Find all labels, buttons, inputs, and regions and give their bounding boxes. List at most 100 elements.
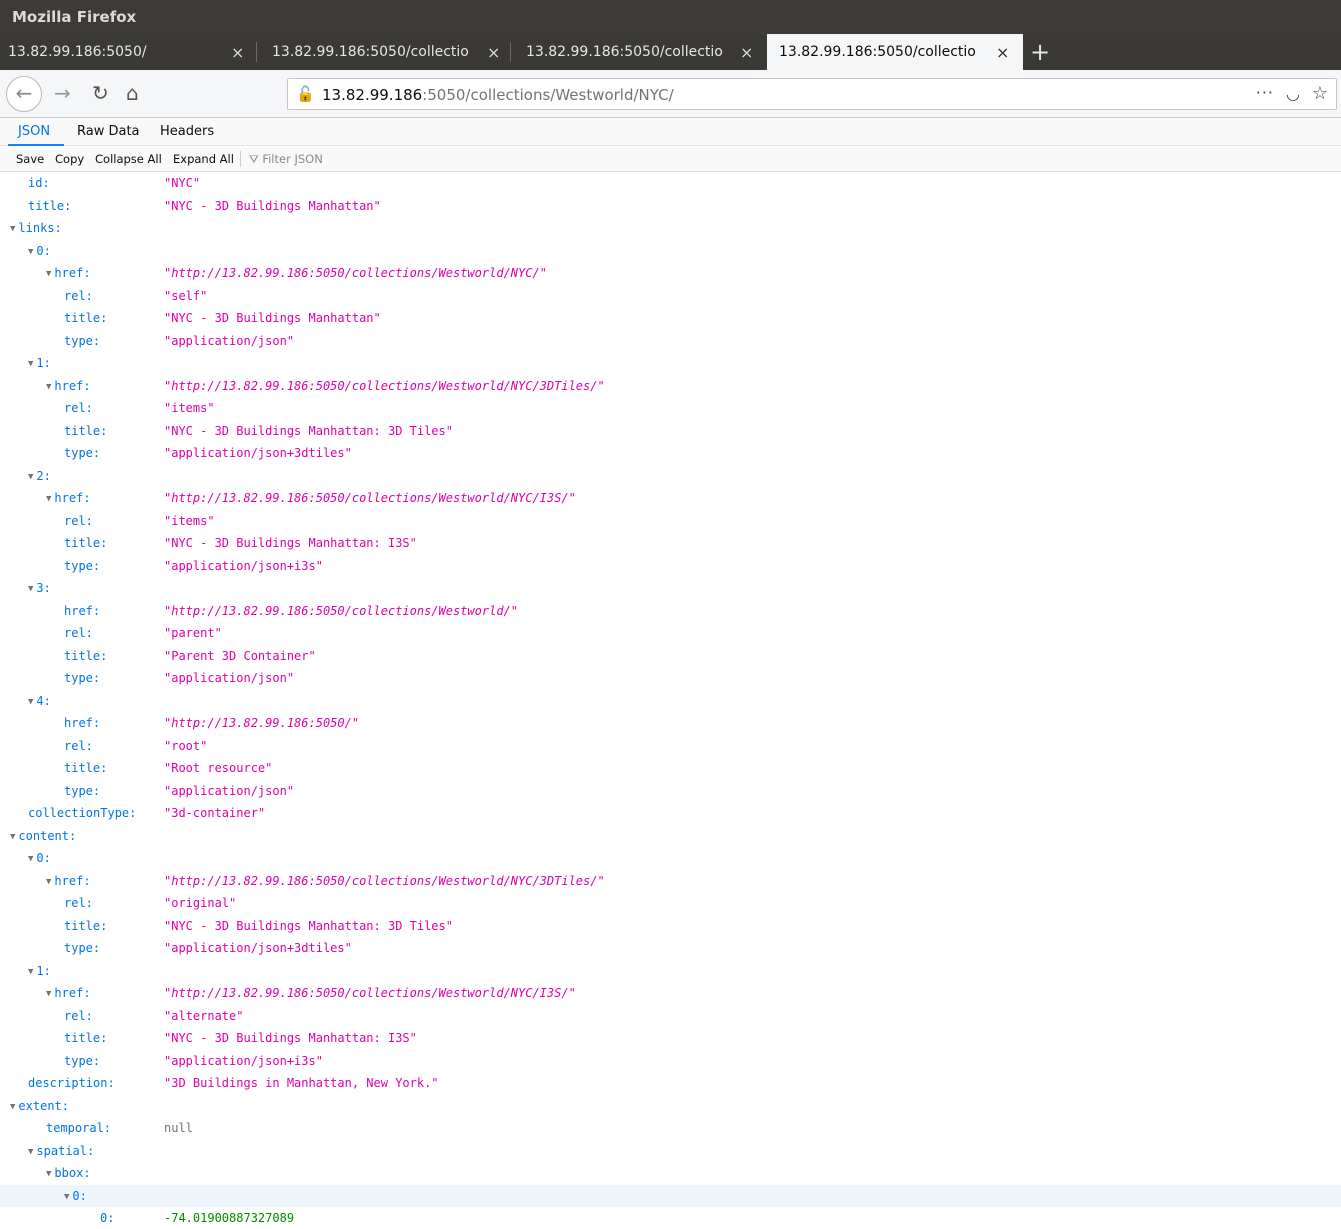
tab-json[interactable]: JSON (18, 124, 50, 139)
browser-tab-active[interactable]: 13.82.99.186:5050/collectio × (767, 34, 1023, 70)
json-row[interactable]: ▼ bbox: (0, 1162, 1341, 1185)
browser-tab[interactable]: 13.82.99.186:5050/collectio × (258, 34, 511, 70)
json-value: "application/json" (164, 783, 295, 798)
expand-all-button[interactable]: Expand All (173, 152, 234, 166)
json-key: title: (64, 649, 107, 663)
page-actions-icon[interactable]: ··· (1256, 83, 1274, 102)
json-key-text: bbox: (54, 1166, 91, 1180)
json-row[interactable]: ▼ href: "http://13.82.99.186:5050/collecti… (0, 487, 1341, 510)
json-row: title: "NYC - 3D Buildings Manhattan: 3D … (0, 915, 1341, 938)
json-value-link[interactable]: "http://13.82.99.186:5050/collections/We… (164, 266, 547, 280)
json-key-text: href: (54, 491, 91, 505)
forward-icon[interactable]: → (54, 81, 71, 105)
expand-toggle-icon[interactable]: ▼ (46, 1169, 51, 1179)
json-value: "NYC - 3D Buildings Manhattan: 3D Tiles" (164, 918, 453, 933)
json-row[interactable]: ▼ 1: (0, 352, 1341, 375)
json-row[interactable]: ▼ 4: (0, 690, 1341, 713)
expand-toggle-icon[interactable]: ▼ (46, 494, 51, 504)
filter-json-input[interactable]: ⛛ Filter JSON (249, 152, 323, 167)
expand-toggle-icon[interactable]: ▼ (28, 584, 33, 594)
close-icon[interactable]: × (231, 43, 244, 62)
json-row: collectionType: "3d-container" (0, 802, 1341, 825)
expand-toggle-icon[interactable]: ▼ (10, 1102, 15, 1112)
expand-toggle-icon[interactable]: ▼ (46, 877, 51, 887)
json-value-link[interactable]: "http://13.82.99.186:5050/" (164, 716, 359, 730)
url-bar[interactable]: 🔓 13.82.99.186:5050/collections/Westworl… (287, 78, 1337, 110)
close-icon[interactable]: × (740, 43, 753, 62)
pocket-icon[interactable]: ◡ (1286, 84, 1300, 103)
json-row[interactable]: ▼ links: (0, 217, 1341, 240)
back-icon[interactable]: ← (6, 76, 42, 112)
json-row[interactable]: ▼ spatial: (0, 1140, 1341, 1163)
json-key-text: id: (28, 176, 50, 190)
close-icon[interactable]: × (996, 43, 1009, 62)
json-row[interactable]: ▼ href: "http://13.82.99.186:5050/collecti… (0, 375, 1341, 398)
json-row[interactable]: ▼ href: "http://13.82.99.186:5050/collecti… (0, 870, 1341, 893)
json-key: ▼ 2: (28, 469, 51, 483)
json-key: href: (64, 716, 100, 730)
json-row[interactable]: ▼ href: "http://13.82.99.186:5050/collecti… (0, 262, 1341, 285)
browser-tab[interactable]: 13.82.99.186:5050/collectio × (512, 34, 766, 70)
expand-toggle-icon[interactable]: ▼ (28, 472, 33, 482)
expand-toggle-icon[interactable]: ▼ (46, 269, 51, 279)
expand-toggle-icon[interactable]: ▼ (28, 359, 33, 369)
json-row[interactable]: ▼ 2: (0, 465, 1341, 488)
json-row[interactable]: ▼ href: "http://13.82.99.186:5050/collecti… (0, 982, 1341, 1005)
json-row[interactable]: ▼ content: (0, 825, 1341, 848)
expand-toggle-icon[interactable]: ▼ (28, 854, 33, 864)
json-value: "application/json" (164, 333, 295, 348)
home-icon[interactable]: ⌂ (126, 81, 139, 105)
expand-toggle-icon[interactable]: ▼ (28, 1147, 33, 1157)
expand-toggle-icon[interactable]: ▼ (28, 697, 33, 707)
json-row: 0: -74.01900887327089 (0, 1207, 1341, 1229)
json-key: ▼ 0: (28, 851, 51, 865)
expand-toggle-icon[interactable]: ▼ (64, 1192, 69, 1202)
json-row[interactable]: ▼ 3: (0, 577, 1341, 600)
json-value-link[interactable]: "http://13.82.99.186:5050/collections/We… (164, 379, 605, 393)
save-button[interactable]: Save (16, 152, 44, 166)
json-key: type: (64, 1054, 100, 1068)
json-key-text: type: (64, 783, 101, 798)
json-value-link[interactable]: "http://13.82.99.186:5050/collections/We… (164, 986, 576, 1000)
browser-tab[interactable]: 13.82.99.186:5050/ × (0, 34, 257, 70)
json-key: ▼ 1: (28, 964, 51, 978)
bookmark-star-icon[interactable]: ☆ (1312, 83, 1328, 104)
json-value-link[interactable]: "http://13.82.99.186:5050/collections/We… (164, 874, 605, 888)
insecure-lock-icon[interactable]: 🔓 (296, 85, 315, 103)
json-value: "3D Buildings in Manhattan, New York." (164, 1076, 439, 1090)
new-tab-icon[interactable]: + (1030, 38, 1050, 66)
json-key: rel: (64, 289, 93, 303)
json-row[interactable]: ▼ 0: (0, 1184, 1341, 1207)
json-row: title: "NYC - 3D Buildings Manhattan: 3D … (0, 420, 1341, 443)
expand-toggle-icon[interactable]: ▼ (10, 224, 15, 234)
expand-toggle-icon[interactable]: ▼ (46, 382, 51, 392)
tab-raw-data[interactable]: Raw Data (77, 124, 140, 139)
json-row[interactable]: ▼ 0: (0, 847, 1341, 870)
url-text[interactable]: 13.82.99.186:5050/collections/Westworld/… (322, 86, 674, 104)
json-row[interactable]: ▼ 1: (0, 960, 1341, 983)
json-key-text: rel: (64, 513, 93, 528)
reload-icon[interactable]: ↻ (92, 81, 109, 105)
expand-toggle-icon[interactable]: ▼ (46, 989, 51, 999)
json-key-text: 4: (36, 693, 51, 708)
expand-toggle-icon[interactable]: ▼ (28, 967, 33, 977)
json-value-link[interactable]: "http://13.82.99.186:5050/collections/We… (164, 604, 518, 618)
copy-button[interactable]: Copy (55, 152, 84, 166)
json-key: type: (64, 784, 100, 798)
json-key-text: type: (64, 446, 101, 460)
json-key-text: temporal: (46, 1121, 112, 1135)
json-key: type: (64, 446, 100, 460)
expand-toggle-icon[interactable]: ▼ (10, 832, 15, 842)
json-key-text: href: (64, 716, 101, 730)
json-value-link[interactable]: "http://13.82.99.186:5050/collections/We… (164, 491, 576, 505)
json-row: type: "application/json+3dtiles" (0, 937, 1341, 960)
json-row[interactable]: ▼ 0: (0, 240, 1341, 263)
json-row[interactable]: ▼ extent: (0, 1095, 1341, 1118)
close-icon[interactable]: × (487, 43, 500, 62)
collapse-all-button[interactable]: Collapse All (95, 152, 162, 166)
tab-headers[interactable]: Headers (160, 124, 214, 139)
json-key: rel: (64, 896, 93, 910)
json-key-text: 0: (36, 243, 51, 258)
json-key-text: 3: (36, 581, 51, 595)
expand-toggle-icon[interactable]: ▼ (28, 247, 33, 257)
